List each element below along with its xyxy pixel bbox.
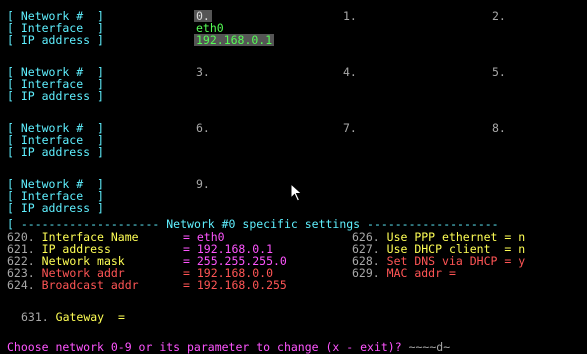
- label-ip-3: [ IP address ]: [7, 89, 104, 103]
- settings-header-left: [ --------------------: [7, 217, 167, 231]
- setting-label: MAC addr: [386, 266, 443, 280]
- network-slot-3[interactable]: 3.: [196, 66, 210, 78]
- settings-header: [ -------------------- Network #0 specif…: [7, 218, 499, 230]
- label-ip-0: [ IP address ]: [7, 33, 104, 47]
- setting-label: Broadcast addr: [41, 278, 139, 292]
- mouse-pointer-icon: [290, 183, 303, 202]
- label-ip-9: [ IP address ]: [7, 201, 104, 215]
- command-prompt[interactable]: Choose network 0-9 or its parameter to c…: [7, 341, 450, 353]
- network-slot-6[interactable]: 6.: [196, 122, 210, 134]
- network-slot-2[interactable]: 2.: [492, 10, 506, 22]
- setting-num: 631.: [21, 310, 49, 324]
- settings-header-title: Network #0 specific settings: [166, 217, 361, 231]
- setting-num: 624.: [7, 278, 35, 292]
- setting-624[interactable]: 624. Broadcast addr: [7, 279, 139, 291]
- setting-value: =: [117, 310, 125, 324]
- network-slot-9[interactable]: 9.: [196, 178, 210, 190]
- network-slot-5[interactable]: 5.: [492, 66, 506, 78]
- network-slot-1[interactable]: 1.: [343, 10, 357, 22]
- network-slot-7[interactable]: 7.: [343, 122, 357, 134]
- terminal-screen: [ Network # ] [ Interface ] [ IP address…: [0, 0, 587, 354]
- setting-label: Gateway: [55, 310, 105, 324]
- network-slot-8[interactable]: 8.: [492, 122, 506, 134]
- setting-629[interactable]: 629. MAC addr =: [352, 267, 456, 279]
- setting-value: =: [448, 266, 456, 280]
- setting-num: 629.: [352, 266, 380, 280]
- setting-value: = y: [504, 254, 526, 268]
- prompt-text: Choose network 0-9 or its parameter to c…: [7, 340, 409, 354]
- prompt-input[interactable]: ~~~~d~: [409, 340, 451, 354]
- setting-624-value: = 192.168.0.255: [183, 278, 287, 292]
- setting-631[interactable]: 631. Gateway =: [21, 311, 125, 323]
- network-slot-4[interactable]: 4.: [343, 66, 357, 78]
- network-0-ip: 192.168.0.1: [194, 33, 275, 47]
- label-ip-6: [ IP address ]: [7, 145, 104, 159]
- settings-header-right: -------------------: [360, 217, 499, 231]
